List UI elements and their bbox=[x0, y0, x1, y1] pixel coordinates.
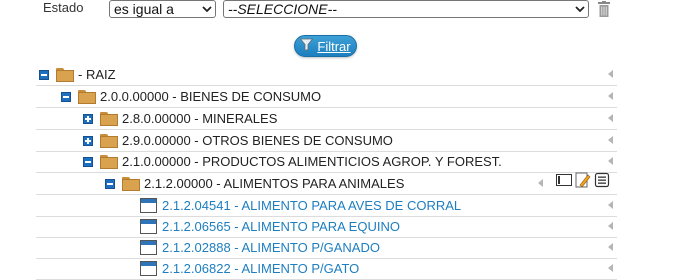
tree-row: 2.9.0.00000 - OTROS BIENES DE CONSUMO bbox=[36, 130, 617, 152]
item-link[interactable]: 2.1.2.06565 - ALIMENTO PARA EQUINO bbox=[162, 219, 400, 234]
row-arrow-icon[interactable] bbox=[608, 157, 613, 165]
funnel-icon bbox=[300, 38, 314, 54]
tree-node-label[interactable]: 2.9.0.00000 - OTROS BIENES DE CONSUMO bbox=[122, 133, 393, 148]
tree-row: 2.1.2.00000 - ALIMENTOS PARA ANIMALES bbox=[36, 172, 617, 195]
tree-row: 2.1.0.00000 - PRODUCTOS ALIMENTICIOS AGR… bbox=[36, 151, 617, 173]
filter-button[interactable]: Filtrar bbox=[294, 35, 357, 57]
collapse-toggle[interactable] bbox=[39, 69, 49, 80]
collapse-toggle[interactable] bbox=[105, 178, 115, 189]
list-item: 2.1.2.02888 - ALIMENTO P/GANADO bbox=[36, 237, 617, 259]
list-item: 2.1.2.06565 - ALIMENTO PARA EQUINO bbox=[36, 216, 617, 238]
row-arrow-icon[interactable] bbox=[608, 136, 613, 144]
field-label: Estado bbox=[43, 0, 84, 15]
item-link[interactable]: 2.1.2.04541 - ALIMENTO PARA AVES DE CORR… bbox=[162, 198, 461, 213]
row-arrow-icon[interactable] bbox=[608, 222, 613, 230]
row-arrow-icon[interactable] bbox=[608, 243, 613, 251]
folder-icon bbox=[100, 111, 118, 126]
operator-select[interactable]: es igual a bbox=[109, 0, 216, 18]
collapse-toggle[interactable] bbox=[83, 156, 93, 167]
item-icon bbox=[140, 219, 157, 234]
folder-icon bbox=[100, 133, 118, 148]
card-icon[interactable] bbox=[556, 172, 572, 188]
row-arrow-icon[interactable] bbox=[608, 92, 613, 100]
value-select[interactable]: --SELECCIONE-- bbox=[223, 0, 589, 18]
tree-node-label[interactable]: 2.0.0.00000 - BIENES DE CONSUMO bbox=[100, 89, 321, 104]
item-link[interactable]: 2.1.2.06822 - ALIMENTO P/GATO bbox=[162, 261, 359, 276]
tree-row: - RAIZ bbox=[36, 64, 617, 86]
folder-icon bbox=[122, 176, 140, 191]
collapse-toggle[interactable] bbox=[61, 91, 71, 102]
expand-toggle[interactable] bbox=[83, 113, 93, 124]
tree-row: 2.8.0.00000 - MINERALES bbox=[36, 108, 617, 130]
filter-button-label: Filtrar bbox=[317, 38, 351, 54]
list-item: 2.1.2.06822 - ALIMENTO P/GATO bbox=[36, 258, 617, 280]
tree-node-label[interactable]: 2.1.2.00000 - ALIMENTOS PARA ANIMALES bbox=[144, 176, 404, 191]
row-arrow-icon[interactable] bbox=[608, 114, 613, 122]
item-icon bbox=[140, 261, 157, 276]
folder-icon bbox=[56, 67, 74, 82]
folder-icon bbox=[100, 154, 118, 169]
row-arrow-icon[interactable] bbox=[608, 70, 613, 78]
document-list-icon[interactable] bbox=[594, 172, 610, 188]
row-arrow-icon[interactable] bbox=[538, 179, 543, 187]
pencil-edit-icon[interactable] bbox=[575, 172, 591, 188]
row-actions bbox=[556, 172, 610, 188]
tree-node-label[interactable]: 2.8.0.00000 - MINERALES bbox=[122, 111, 277, 126]
item-icon bbox=[140, 198, 157, 213]
item-icon bbox=[140, 240, 157, 255]
folder-icon bbox=[78, 89, 96, 104]
trash-icon[interactable] bbox=[597, 1, 611, 17]
list-item: 2.1.2.04541 - ALIMENTO PARA AVES DE CORR… bbox=[36, 195, 617, 217]
expand-toggle[interactable] bbox=[83, 135, 93, 146]
tree-row: 2.0.0.00000 - BIENES DE CONSUMO bbox=[36, 86, 617, 108]
row-arrow-icon[interactable] bbox=[608, 201, 613, 209]
tree-node-label[interactable]: - RAIZ bbox=[78, 67, 116, 82]
tree-node-label[interactable]: 2.1.0.00000 - PRODUCTOS ALIMENTICIOS AGR… bbox=[122, 154, 502, 169]
item-link[interactable]: 2.1.2.02888 - ALIMENTO P/GANADO bbox=[162, 240, 380, 255]
